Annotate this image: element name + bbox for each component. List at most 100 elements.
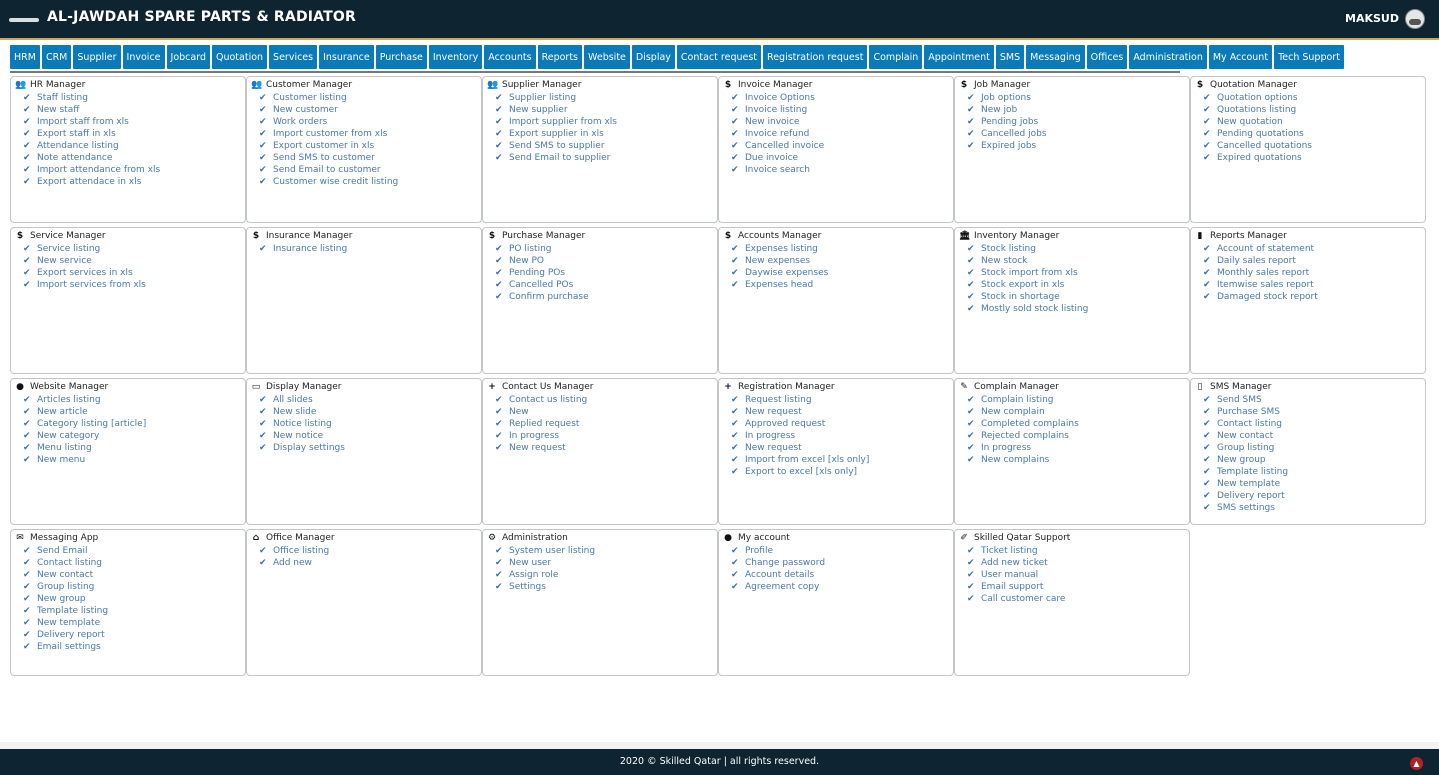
card-link[interactable]: ✔ Expired quotations	[1203, 152, 1312, 164]
card-link[interactable]: ✔ Export to excel [xls only]	[731, 466, 869, 478]
card-link[interactable]: ✔ Add new ticket	[967, 557, 1065, 569]
nav-tab-quotation[interactable]: Quotation	[211, 45, 268, 69]
card-link[interactable]: ✔ Profile	[731, 545, 825, 557]
card-link[interactable]: ✔ Import from excel [xls only]	[731, 454, 869, 466]
card-link[interactable]: ✔ Contact listing	[23, 557, 108, 569]
card-link[interactable]: ✔ Invoice listing	[731, 104, 824, 116]
card-link[interactable]: ✔ Import services from xls	[23, 279, 146, 291]
card-link[interactable]: ✔ Supplier listing	[495, 92, 617, 104]
card-link[interactable]: ✔ Email settings	[23, 641, 108, 653]
nav-tab-tech-support[interactable]: Tech Support	[1274, 45, 1344, 69]
card-link[interactable]: ✔ PO listing	[495, 243, 589, 255]
card-link[interactable]: ✔ Invoice search	[731, 164, 824, 176]
card-link[interactable]: ✔ Delivery report	[1203, 490, 1288, 502]
card-link[interactable]: ✔ New supplier	[495, 104, 617, 116]
card-link[interactable]: ✔ Itemwise sales report	[1203, 279, 1318, 291]
card-link[interactable]: ✔ Agreement copy	[731, 581, 825, 593]
card-link[interactable]: ✔ Pending quotations	[1203, 128, 1312, 140]
card-link[interactable]: ✔ New PO	[495, 255, 589, 267]
card-link[interactable]: ✔ New user	[495, 557, 595, 569]
card-link[interactable]: ✔ Change password	[731, 557, 825, 569]
card-link[interactable]: ✔ Send SMS to customer	[259, 152, 398, 164]
card-link[interactable]: ✔ In progress	[495, 430, 587, 442]
card-link[interactable]: ✔ Work orders	[259, 116, 398, 128]
card-link[interactable]: ✔ Due invoice	[731, 152, 824, 164]
card-link[interactable]: ✔ Quotation options	[1203, 92, 1312, 104]
card-link[interactable]: ✔ New category	[23, 430, 146, 442]
card-link[interactable]: ✔ Contact listing	[1203, 418, 1288, 430]
card-link[interactable]: ✔ Ticket listing	[967, 545, 1065, 557]
card-link[interactable]: ✔ New article	[23, 406, 146, 418]
nav-tab-my-account[interactable]: My Account	[1208, 45, 1273, 69]
card-link[interactable]: ✔ Customer listing	[259, 92, 398, 104]
card-link[interactable]: ✔ Daily sales report	[1203, 255, 1318, 267]
nav-tab-invoice[interactable]: Invoice	[122, 45, 165, 69]
card-link[interactable]: ✔ New customer	[259, 104, 398, 116]
card-link[interactable]: ✔ Articles listing	[23, 394, 146, 406]
card-link[interactable]: ✔ Group listing	[23, 581, 108, 593]
card-link[interactable]: ✔ Menu listing	[23, 442, 146, 454]
menu-toggle-icon[interactable]	[9, 18, 39, 22]
card-link[interactable]: ✔ In progress	[731, 430, 869, 442]
avatar[interactable]	[1405, 9, 1425, 29]
card-link[interactable]: ✔ Completed complains	[967, 418, 1079, 430]
nav-tab-complain[interactable]: Complain	[869, 45, 923, 69]
card-link[interactable]: ✔ Pending POs	[495, 267, 589, 279]
card-link[interactable]: ✔ New notice	[259, 430, 345, 442]
card-link[interactable]: ✔ Import attendance from xls	[23, 164, 160, 176]
card-link[interactable]: ✔ Stock export in xls	[967, 279, 1088, 291]
card-link[interactable]: ✔ Complain listing	[967, 394, 1079, 406]
card-link[interactable]: ✔ Send Email to supplier	[495, 152, 617, 164]
card-link[interactable]: ✔ New complain	[967, 406, 1079, 418]
card-link[interactable]: ✔ Contact us listing	[495, 394, 587, 406]
card-link[interactable]: ✔ New job	[967, 104, 1047, 116]
card-link[interactable]: ✔ Pending jobs	[967, 116, 1047, 128]
card-link[interactable]: ✔ Template listing	[1203, 466, 1288, 478]
nav-tab-supplier[interactable]: Supplier	[73, 45, 121, 69]
card-link[interactable]: ✔ Cancelled quotations	[1203, 140, 1312, 152]
nav-tab-administration[interactable]: Administration	[1129, 45, 1207, 69]
card-link[interactable]: ✔ SMS settings	[1203, 502, 1288, 514]
nav-tab-sms[interactable]: SMS	[995, 45, 1025, 69]
card-link[interactable]: ✔ Account of statement	[1203, 243, 1318, 255]
card-link[interactable]: ✔ Export supplier in xls	[495, 128, 617, 140]
card-link[interactable]: ✔ In progress	[967, 442, 1079, 454]
card-link[interactable]: ✔ Email support	[967, 581, 1065, 593]
card-link[interactable]: ✔ Send Email to customer	[259, 164, 398, 176]
card-link[interactable]: ✔ New contact	[23, 569, 108, 581]
card-link[interactable]: ✔ Stock import from xls	[967, 267, 1088, 279]
card-link[interactable]: ✔ Rejected complains	[967, 430, 1079, 442]
card-link[interactable]: ✔ New slide	[259, 406, 345, 418]
card-link[interactable]: ✔ New menu	[23, 454, 146, 466]
card-link[interactable]: ✔ Customer wise credit listing	[259, 176, 398, 188]
card-link[interactable]: ✔ Import supplier from xls	[495, 116, 617, 128]
card-link[interactable]: ✔ Staff listing	[23, 92, 160, 104]
card-link[interactable]: ✔ New template	[1203, 478, 1288, 490]
card-link[interactable]: ✔ Export customer in xls	[259, 140, 398, 152]
card-link[interactable]: ✔ Purchase SMS	[1203, 406, 1288, 418]
card-link[interactable]: ✔ New template	[23, 617, 108, 629]
nav-tab-purchase[interactable]: Purchase	[375, 45, 427, 69]
nav-tab-hrm[interactable]: HRM	[10, 45, 40, 69]
card-link[interactable]: ✔ Monthly sales report	[1203, 267, 1318, 279]
card-link[interactable]: ✔ New request	[731, 442, 869, 454]
nav-tab-messaging[interactable]: Messaging	[1026, 45, 1085, 69]
card-link[interactable]: ✔ Assign role	[495, 569, 595, 581]
nav-tab-display[interactable]: Display	[631, 45, 675, 69]
card-link[interactable]: ✔ Request listing	[731, 394, 869, 406]
nav-tab-services[interactable]: Services	[269, 45, 318, 69]
card-link[interactable]: ✔ Import staff from xls	[23, 116, 160, 128]
card-link[interactable]: ✔ Damaged stock report	[1203, 291, 1318, 303]
card-link[interactable]: ✔ Send SMS to supplier	[495, 140, 617, 152]
card-link[interactable]: ✔ Group listing	[1203, 442, 1288, 454]
card-link[interactable]: ✔ New stock	[967, 255, 1088, 267]
card-link[interactable]: ✔ New group	[1203, 454, 1288, 466]
nav-tab-website[interactable]: Website	[584, 45, 630, 69]
card-link[interactable]: ✔ Quotations listing	[1203, 104, 1312, 116]
card-link[interactable]: ✔ Expenses head	[731, 279, 828, 291]
card-link[interactable]: ✔ Stock in shortage	[967, 291, 1088, 303]
card-link[interactable]: ✔ New contact	[1203, 430, 1288, 442]
nav-tab-crm[interactable]: CRM	[41, 45, 72, 69]
card-link[interactable]: ✔ New quotation	[1203, 116, 1312, 128]
card-link[interactable]: ✔ New staff	[23, 104, 160, 116]
